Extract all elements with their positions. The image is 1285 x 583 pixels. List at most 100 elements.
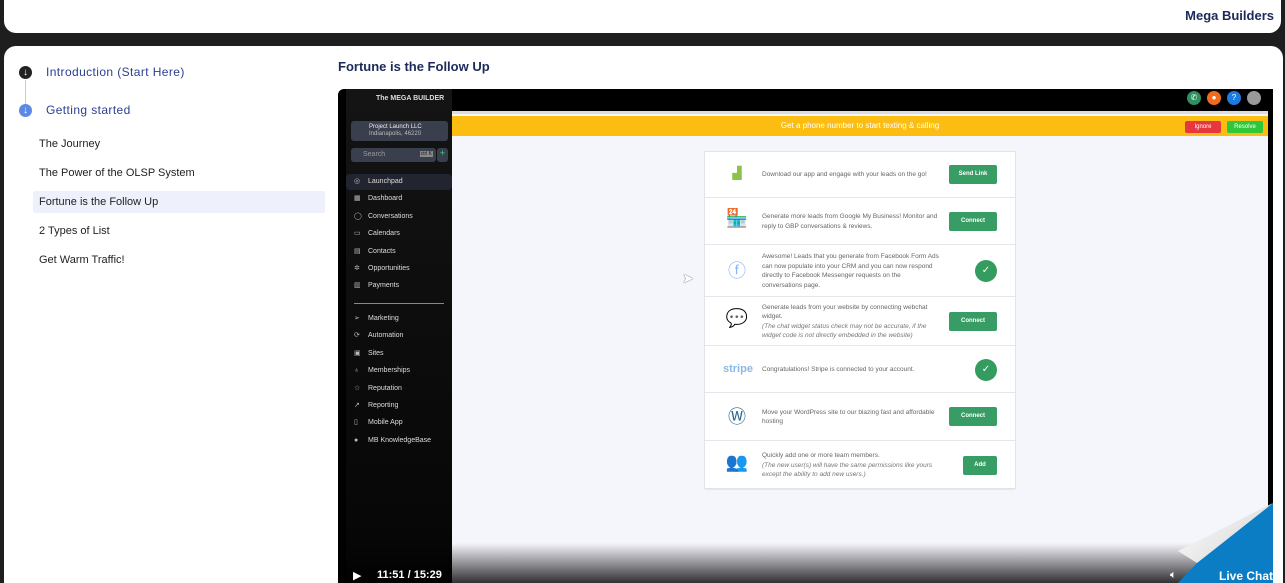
row-text: Move your WordPress site to our blazing …: [762, 408, 935, 426]
shortcut-badge: ctrl K: [419, 151, 433, 157]
stripe-logo: stripe: [723, 362, 753, 375]
nav-item: ✲ Opportunities: [346, 261, 452, 277]
integration-row: Ⓦ Move your WordPress site to our blazing…: [705, 393, 1015, 441]
integration-row: stripe Congratulations! Stripe is connect…: [705, 346, 1015, 393]
lesson-item-active[interactable]: Fortune is the Follow Up: [33, 191, 325, 213]
search-placeholder: Search: [363, 151, 386, 158]
account-switcher: Project Launch LLC Indianapolis, 46220: [351, 121, 448, 141]
nav-icon: ◎: [354, 178, 361, 185]
lesson-item[interactable]: Get Warm Traffic!: [33, 249, 325, 271]
row-text: Generate more leads from Google My Busin…: [762, 213, 938, 230]
video-time: 11:51 / 15:29: [377, 569, 442, 581]
nav-icon: ✲: [354, 265, 360, 272]
nav-label: Automation: [368, 332, 404, 340]
nav-item: ▥ Payments: [346, 278, 452, 294]
nav-label: Reporting: [368, 402, 399, 409]
row-note: (The chat widget status check may not be…: [762, 322, 927, 340]
integration-row: 💬 Generate leads from your website by con…: [705, 297, 1015, 346]
divider: [354, 303, 444, 304]
integration-row: 🏪 Generate more leads from Google My Busi…: [705, 198, 1015, 245]
arrow-down-circle-icon: ↓: [19, 66, 32, 79]
brand-name: Mega Builders: [1185, 8, 1274, 23]
lesson-item[interactable]: The Journey: [33, 133, 325, 155]
video-controls: ▶ 11:51 / 15:29 🔈︎: [338, 543, 1273, 583]
course-panel: ↓ Introduction (Start Here) ↓ Getting st…: [4, 46, 1283, 583]
wordpress-icon: Ⓦ: [728, 407, 746, 427]
lesson-item[interactable]: 2 Types of List: [33, 220, 325, 242]
nav-label: Contacts: [368, 247, 396, 255]
nav-icon: ♁: [354, 367, 360, 375]
nav-icon: ▤: [354, 247, 361, 255]
nav-label: Marketing: [368, 315, 399, 322]
nav-icon: ➢: [354, 315, 360, 322]
phone-banner: Get a phone number to start texting & ca…: [452, 116, 1268, 136]
send-link-button: Send Link: [949, 165, 997, 184]
nav-item: ☆ Reputation: [346, 381, 452, 397]
account-name: Project Launch LLC: [369, 124, 422, 130]
connect-button: Connect: [949, 407, 997, 426]
row-text: Quickly add one or more team members.: [762, 452, 880, 460]
row-text: Download our app and engage with your le…: [762, 171, 927, 179]
facebook-icon: ⓕ: [728, 261, 746, 281]
play-icon[interactable]: ▶: [353, 569, 361, 582]
top-bar: Mega Builders: [4, 0, 1281, 33]
nav-item: ◯ Conversations: [346, 209, 452, 225]
nav-icon: ⟳: [354, 332, 360, 340]
row-text: Generate leads from your website by conn…: [762, 303, 928, 321]
nav-item: ◎ Launchpad: [346, 174, 452, 190]
lesson-item[interactable]: The Power of the OLSP System: [33, 162, 325, 184]
nav-label: Payments: [368, 282, 400, 290]
account-location: Indianapolis, 46220: [369, 131, 422, 137]
nav-icon: ↗: [354, 402, 360, 409]
nav-item: ↗ Reporting: [346, 398, 452, 414]
team-add-icon: 👥: [725, 451, 749, 472]
row-note: (The new user(s) will have the same perm…: [762, 461, 933, 479]
resolve-button: Resolve: [1227, 121, 1263, 133]
nav-icon: ▥: [354, 282, 361, 290]
nav-item: ▤ Contacts: [346, 244, 452, 260]
apple-android-icon: ▟: [732, 166, 742, 180]
nav-icon: ▭: [354, 230, 361, 238]
nav-label: Sites: [368, 349, 384, 357]
nav-icon: ▣: [354, 349, 361, 357]
chapter-introduction[interactable]: Introduction (Start Here): [46, 65, 185, 79]
live-chat-button[interactable]: Live Chat: [1219, 569, 1273, 583]
page-title: Fortune is the Follow Up: [338, 59, 490, 74]
nav-label: Memberships: [368, 367, 411, 375]
nav-item: ⟳ Automation: [346, 328, 452, 344]
nav-label: Calendars: [368, 230, 400, 238]
video-player[interactable]: The MEGA BUILDER Project Launch LLC Indi…: [338, 89, 1273, 583]
mouse-cursor-icon: ➤: [682, 270, 694, 286]
banner-text: Get a phone number to start texting & ca…: [780, 121, 940, 130]
chapter-getting-started[interactable]: Getting started: [46, 103, 131, 117]
add-button: Add: [963, 455, 997, 475]
nav-item: ▭ Calendars: [346, 226, 452, 242]
nav-label: Conversations: [368, 212, 413, 220]
row-text: Congratulations! Stripe is connected to …: [762, 365, 915, 373]
check-icon: ✓: [975, 358, 997, 381]
logo: The MEGA BUILDER: [376, 95, 445, 102]
search-input: Search ctrl K: [351, 148, 436, 162]
help-icon: ?: [1227, 91, 1241, 105]
bell-icon: ●: [1207, 91, 1221, 105]
integration-row: 👥 Quickly add one or more team members. (T…: [705, 441, 1015, 490]
volume-icon[interactable]: 🔈︎: [1170, 569, 1177, 582]
nav-item: ▣ Sites: [346, 346, 452, 362]
arrow-down-circle-icon: ↓: [19, 104, 32, 117]
nav-icon: ☆: [354, 384, 361, 392]
nav-label: Reputation: [368, 384, 402, 392]
webchat-icon: 💬: [725, 307, 749, 328]
divider: [25, 80, 26, 104]
nav-icon: ▦: [354, 195, 361, 203]
google-business-icon: 🏪: [725, 207, 749, 228]
row-text: Awesome! Leads that you generate from Fa…: [762, 253, 939, 289]
nav-label: Dashboard: [368, 195, 403, 203]
nav-icon: ●: [354, 436, 359, 444]
nav-item: ● MB KnowledgeBase: [346, 433, 452, 449]
integration-row: ⓕ Awesome! Leads that you generate from F…: [705, 245, 1015, 297]
nav-item: ▯ Mobile App: [346, 415, 452, 431]
nav-icon: ◯: [354, 212, 362, 220]
plus-icon: +: [437, 148, 448, 162]
avatar: [1247, 91, 1261, 105]
video-app-content: Get a phone number to start texting & ca…: [452, 111, 1268, 583]
